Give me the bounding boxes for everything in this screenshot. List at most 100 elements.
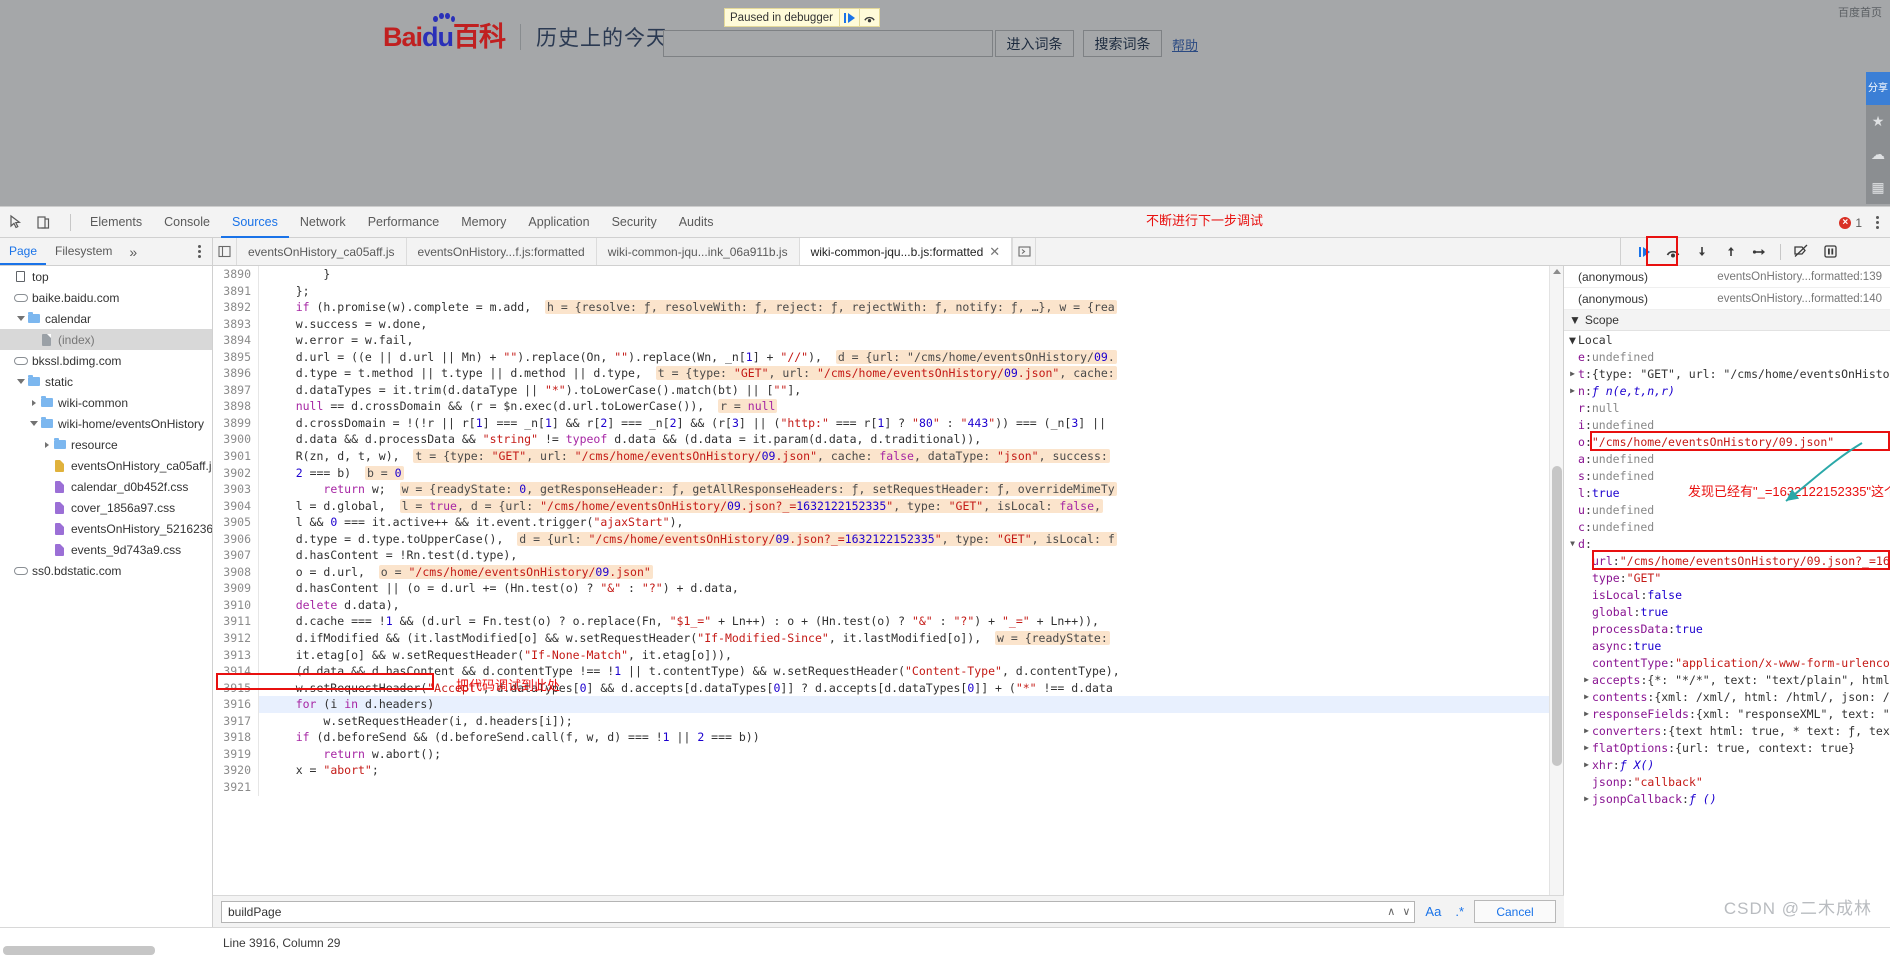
float-tab-cloud[interactable]: ☁ [1866, 138, 1890, 171]
code-line[interactable]: 3912 d.ifModified && (it.lastModified[o]… [213, 630, 1549, 647]
code-line[interactable]: 3921 [213, 778, 1549, 796]
code-line[interactable]: 3903 return w; w = {readyState: 0, getRe… [213, 481, 1549, 498]
line-number[interactable]: 3919 [213, 745, 259, 763]
twisty-closed-icon[interactable] [28, 399, 39, 406]
code-line[interactable]: 3890 } [213, 266, 1549, 283]
scope-variable-row[interactable]: c: undefined [1564, 518, 1890, 535]
code-line[interactable]: 3917 w.setRequestHeader(i, d.headers[i])… [213, 712, 1549, 730]
line-number[interactable]: 3900 [213, 431, 259, 449]
scope-variable-row[interactable]: ▶ accepts: {*: "*/*", text: "text/plain",… [1564, 671, 1890, 688]
expand-open-icon[interactable]: ▼ [1567, 539, 1578, 548]
code-line[interactable]: 3902 2 === b) b = 0 [213, 464, 1549, 482]
float-tab-share[interactable]: 分享 [1866, 72, 1890, 105]
code-line[interactable]: 3916 for (i in d.headers) [213, 696, 1549, 713]
tree-row[interactable]: cover_1856a97.css [0, 497, 212, 518]
step-over-next-button[interactable] [1660, 241, 1686, 263]
deactivate-breakpoints-button[interactable] [1788, 241, 1814, 263]
tree-row[interactable]: eventsOnHistory_ca05aff.js [0, 455, 212, 476]
tree-row[interactable]: calendar [0, 308, 212, 329]
step-over-button[interactable] [858, 9, 879, 26]
enter-entry-button[interactable]: 进入词条 [995, 30, 1074, 57]
line-number[interactable]: 3920 [213, 762, 259, 779]
baidu-baike-logo[interactable]: Baidu百科 历史上的今天 [383, 12, 668, 52]
scope-variable-row[interactable]: ▼ d: [1564, 535, 1890, 552]
scope-variable-row[interactable]: async: true [1564, 637, 1890, 654]
scope-variable-row[interactable]: url: "/cms/home/eventsOnHistory/09.json?… [1564, 552, 1890, 569]
scope-variable-row[interactable]: ▶ flatOptions: {url: true, context: true} [1564, 739, 1890, 756]
line-number[interactable]: 3902 [213, 464, 259, 482]
code-line[interactable]: 3911 d.cache === !1 && (d.url = Fn.test(… [213, 613, 1549, 631]
line-number[interactable]: 3903 [213, 481, 259, 498]
line-number[interactable]: 3913 [213, 646, 259, 664]
tree-row[interactable]: bkssl.bdimg.com [0, 350, 212, 371]
code-line[interactable]: 3900 d.data && d.processData && "string"… [213, 431, 1549, 449]
scope-section-header[interactable]: ▼ Scope [1564, 310, 1890, 331]
step-into-button[interactable] [1689, 241, 1715, 263]
code-line[interactable]: 3906 d.type = d.type.toUpperCase(), d = … [213, 530, 1549, 548]
file-tab-3[interactable]: wiki-common-jqu...b.js:formatted ✕ [799, 238, 1013, 265]
nav-tab-page[interactable]: Page [0, 238, 47, 265]
code-line[interactable]: 3915 w.setRequestHeader("Accept", d.data… [213, 679, 1549, 697]
code-line[interactable]: 3893 w.success = w.done, [213, 315, 1549, 333]
expand-closed-icon[interactable]: ▶ [1581, 743, 1592, 752]
code-line[interactable]: 3904 l = d.global, l = true, d = {url: "… [213, 497, 1549, 515]
line-number[interactable]: 3921 [213, 778, 259, 796]
expand-closed-icon[interactable]: ▶ [1567, 386, 1578, 395]
scope-variable-row[interactable]: a: undefined [1564, 450, 1890, 467]
line-number[interactable]: 3892 [213, 299, 259, 316]
tab-elements[interactable]: Elements [79, 207, 153, 238]
code-line[interactable]: 3899 d.crossDomain = !(!r || r[1] === _n… [213, 414, 1549, 432]
line-number[interactable]: 3899 [213, 414, 259, 432]
scope-variable-row[interactable]: ▶ xhr: ƒ X() [1564, 756, 1890, 773]
expand-closed-icon[interactable]: ▶ [1581, 794, 1592, 803]
help-link[interactable]: 帮助 [1172, 35, 1198, 54]
tree-row[interactable]: top [0, 266, 212, 287]
find-prev-button[interactable]: ∧ [1387, 905, 1395, 918]
line-number[interactable]: 3901 [213, 448, 259, 465]
navigator-more-icon[interactable] [193, 245, 206, 258]
step-button[interactable] [1747, 241, 1773, 263]
scope-variable-row[interactable]: type: "GET" [1564, 569, 1890, 586]
scope-variable-row[interactable]: u: undefined [1564, 501, 1890, 518]
baike-search-input[interactable] [663, 30, 993, 57]
error-count-badge[interactable]: × 1 [1839, 216, 1862, 230]
find-input[interactable]: buildPage ∧ ∨ [221, 900, 1416, 923]
code-line[interactable]: 3905 l && 0 === it.active++ && it.event.… [213, 514, 1549, 531]
line-number[interactable]: 3914 [213, 663, 259, 680]
find-cancel-button[interactable]: Cancel [1474, 900, 1556, 923]
code-line[interactable]: 3920 x = "abort"; [213, 762, 1549, 779]
tree-row[interactable]: ss0.bdstatic.com [0, 560, 212, 581]
device-toolbar-icon[interactable] [35, 214, 52, 231]
tab-memory[interactable]: Memory [450, 207, 517, 238]
float-tab-star[interactable]: ★ [1866, 105, 1890, 138]
code-line[interactable]: 3891 }; [213, 282, 1549, 300]
scope-variable-row[interactable]: jsonp: "callback" [1564, 773, 1890, 790]
scroll-up-arrow-icon[interactable] [1553, 269, 1561, 274]
line-number[interactable]: 3898 [213, 398, 259, 415]
tree-row[interactable]: calendar_d0b452f.css [0, 476, 212, 497]
file-tab-1[interactable]: eventsOnHistory...f.js:formatted [407, 238, 597, 265]
line-number[interactable]: 3893 [213, 315, 259, 333]
code-line[interactable]: 3896 d.type = t.method || t.type || d.me… [213, 365, 1549, 382]
tree-row[interactable]: static [0, 371, 212, 392]
nav-more-icon[interactable]: » [121, 244, 145, 260]
code-line[interactable]: 3909 d.hasContent || (o = d.url += (Hn.t… [213, 580, 1549, 597]
code-line[interactable]: 3901 R(zn, d, t, w), t = {type: "GET", u… [213, 448, 1549, 465]
call-stack-row[interactable]: (anonymous) eventsOnHistory...formatted:1… [1564, 266, 1890, 288]
tab-audits[interactable]: Audits [668, 207, 725, 238]
line-number[interactable]: 3917 [213, 712, 259, 730]
expand-closed-icon[interactable]: ▶ [1567, 369, 1578, 378]
scope-variable-row[interactable]: ▶ converters: {text html: true, * text: ƒ… [1564, 722, 1890, 739]
line-number[interactable]: 3912 [213, 630, 259, 647]
editor-scroll-thumb[interactable] [1552, 466, 1562, 766]
expand-closed-icon[interactable]: ▶ [1581, 760, 1592, 769]
tab-console[interactable]: Console [153, 207, 221, 238]
line-number[interactable]: 3890 [213, 266, 259, 283]
tab-sources[interactable]: Sources [220, 207, 289, 238]
find-next-button[interactable]: ∨ [1402, 905, 1410, 918]
line-number[interactable]: 3896 [213, 365, 259, 382]
scope-variable-row[interactable]: ▶ responseFields: {xml: "responseXML", te… [1564, 705, 1890, 722]
tree-row[interactable]: wiki-home/eventsOnHistory [0, 413, 212, 434]
search-entry-button[interactable]: 搜索词条 [1083, 30, 1162, 57]
scope-variable-row[interactable]: e: undefined [1564, 348, 1890, 365]
